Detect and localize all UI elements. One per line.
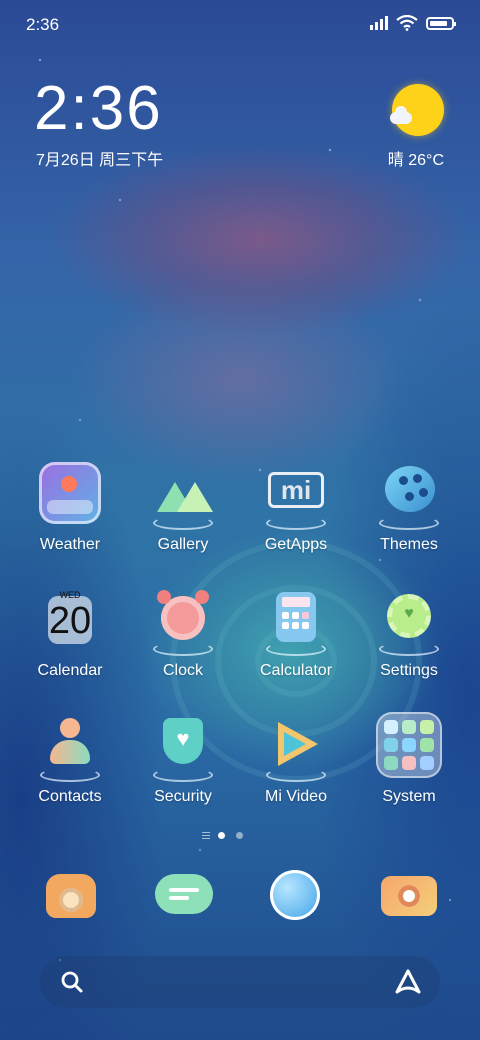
app-contacts[interactable]: Contacts xyxy=(14,714,126,806)
calendar-day: 20 xyxy=(48,600,92,642)
app-clock[interactable]: Clock xyxy=(127,588,239,680)
clock-widget-time[interactable]: 2:36 xyxy=(34,78,163,140)
app-label: Contacts xyxy=(38,788,102,805)
settings-app-icon xyxy=(377,588,441,656)
search-bar[interactable] xyxy=(40,956,440,1008)
app-getapps[interactable]: mi GetApps xyxy=(240,462,352,554)
app-label: Weather xyxy=(39,536,101,553)
calculator-app-icon xyxy=(264,588,328,656)
status-icons xyxy=(370,15,456,31)
app-settings[interactable]: Settings xyxy=(353,588,465,680)
system-folder-icon xyxy=(376,712,442,778)
app-mivideo[interactable]: Mi Video xyxy=(240,714,352,806)
clock-app-icon xyxy=(151,588,215,656)
calendar-app-icon: WED 20 xyxy=(38,588,102,652)
search-icon[interactable] xyxy=(60,970,84,994)
weather-widget[interactable] xyxy=(384,84,444,136)
contacts-app-icon xyxy=(38,714,102,782)
mi-logo: mi xyxy=(268,472,324,508)
status-bar: 2:36 xyxy=(0,0,480,50)
page-dot xyxy=(236,832,243,839)
app-label: System xyxy=(382,788,436,805)
app-label: Clock xyxy=(162,662,203,679)
app-label: Mi Video xyxy=(265,788,327,805)
app-gallery[interactable]: Gallery xyxy=(127,462,239,554)
app-calendar[interactable]: WED 20 Calendar xyxy=(14,588,126,680)
sunny-icon xyxy=(390,84,444,136)
app-label: Themes xyxy=(380,536,438,553)
dock-phone[interactable] xyxy=(30,866,110,930)
app-calculator[interactable]: Calculator xyxy=(240,588,352,680)
security-app-icon xyxy=(151,714,215,782)
app-label: Calculator xyxy=(259,662,333,679)
getapps-app-icon: mi xyxy=(264,462,328,530)
messages-icon xyxy=(155,874,213,914)
weather-temperature[interactable]: 晴 26°C xyxy=(388,146,444,170)
mivideo-app-icon xyxy=(264,714,328,782)
dock-messages[interactable] xyxy=(143,866,223,930)
app-label: Gallery xyxy=(157,536,209,553)
dock-browser[interactable] xyxy=(256,866,336,930)
weather-app-icon xyxy=(38,462,102,526)
assistant-icon[interactable] xyxy=(394,968,422,996)
clock-widget-date[interactable]: 7月26日 周三下午 xyxy=(36,146,163,170)
dock-camera[interactable] xyxy=(369,866,449,930)
battery-fill xyxy=(430,20,447,26)
page-dot-active xyxy=(218,832,225,839)
app-label: Calendar xyxy=(37,662,103,679)
app-security[interactable]: Security xyxy=(127,714,239,806)
page-indicator[interactable] xyxy=(0,830,480,842)
app-label: Settings xyxy=(380,662,438,679)
themes-app-icon xyxy=(377,462,441,530)
app-label: GetApps xyxy=(264,536,328,553)
app-weather[interactable]: Weather xyxy=(14,462,126,554)
calendar-dow: WED xyxy=(59,590,81,600)
battery-icon xyxy=(426,16,456,30)
browser-icon xyxy=(270,870,320,920)
app-themes[interactable]: Themes xyxy=(353,462,465,554)
signal-icon xyxy=(370,16,388,30)
status-time: 2:36 xyxy=(26,15,60,34)
gallery-app-icon xyxy=(151,462,215,530)
app-system-folder[interactable]: System xyxy=(353,712,465,806)
phone-icon xyxy=(46,874,96,918)
app-drawer-icon xyxy=(202,832,210,839)
wifi-icon xyxy=(396,15,418,31)
camera-icon xyxy=(381,876,437,916)
app-label: Security xyxy=(154,788,212,805)
